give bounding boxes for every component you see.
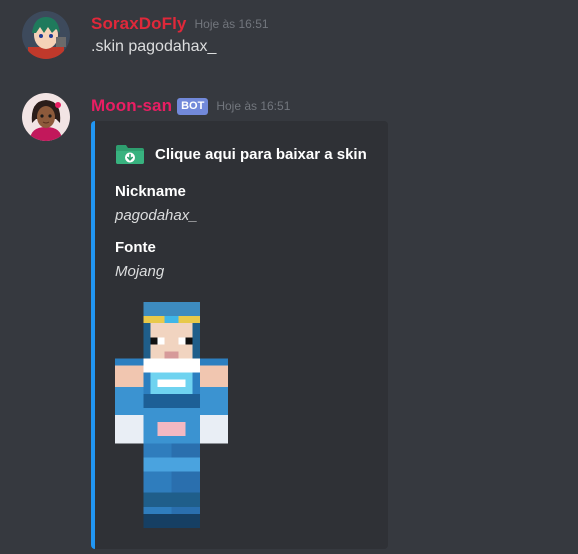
anime-avatar-green-hair-icon <box>22 11 70 59</box>
green-download-folder-icon <box>116 145 144 164</box>
embed-author[interactable]: Clique aqui para baixar a skin <box>115 143 367 165</box>
embed-card: Clique aqui para baixar a skin Nickname … <box>91 121 388 549</box>
timestamp: Hoje às 16:51 <box>216 99 291 113</box>
avatar[interactable] <box>22 93 70 141</box>
username[interactable]: Moon-san <box>91 96 172 116</box>
username[interactable]: SoraxDoFly <box>91 14 186 34</box>
timestamp: Hoje às 16:51 <box>194 17 269 31</box>
skin-image[interactable] <box>115 302 228 528</box>
field-value-nickname: pagodahax_ <box>115 207 198 224</box>
chat-messages: SoraxDoFly Hoje às 16:51 .skin pagodahax… <box>0 0 578 554</box>
embed-author-link[interactable]: Clique aqui para baixar a skin <box>155 146 367 163</box>
field-name-nickname: Nickname <box>115 183 186 200</box>
avatar[interactable] <box>22 11 70 59</box>
field-name-fonte: Fonte <box>115 239 156 256</box>
message-header: SoraxDoFly Hoje às 16:51 <box>91 11 269 37</box>
field-value-fonte: Mojang <box>115 263 165 280</box>
message-content: .skin pagodahax_ <box>91 38 217 55</box>
anime-avatar-dark-skin-icon <box>22 93 70 141</box>
bot-tag: BOT <box>177 97 209 115</box>
message-header: Moon-san BOT Hoje às 16:51 <box>91 93 290 119</box>
minecraft-skin-icon <box>115 302 228 528</box>
